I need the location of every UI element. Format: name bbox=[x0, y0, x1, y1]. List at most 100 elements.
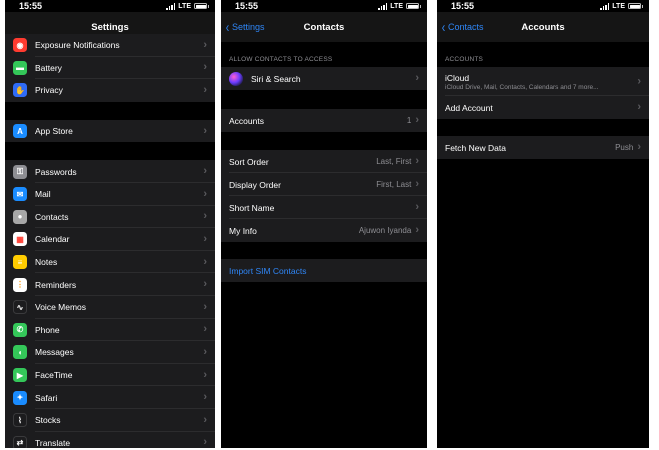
stocks-icon: ⌇ bbox=[13, 413, 27, 428]
network-label: LTE bbox=[390, 2, 403, 10]
settings-item-notes[interactable]: ≡ Notes › bbox=[5, 250, 215, 274]
settings-item-battery[interactable]: ▬ Battery › bbox=[5, 56, 215, 80]
section-header-accounts: ACCOUNTS bbox=[445, 56, 484, 63]
chevron-right-icon: › bbox=[415, 178, 419, 190]
chevron-right-icon: › bbox=[415, 72, 419, 84]
chevron-right-icon: › bbox=[203, 61, 207, 74]
settings-item-exposure-notifications[interactable]: ◉ Exposure Notifications › bbox=[5, 34, 215, 57]
settings-item-messages[interactable]: ◖ Messages › bbox=[5, 341, 215, 364]
calendar-icon: ▦ bbox=[13, 232, 27, 247]
settings-item-label: Phone bbox=[35, 324, 60, 335]
sort-order-value: Last, First bbox=[376, 157, 412, 166]
accounts-label: Accounts bbox=[229, 115, 264, 126]
settings-item-label: Messages bbox=[35, 347, 74, 358]
my-info-row[interactable]: My Info Ajuwon Iyanda › bbox=[221, 219, 427, 242]
settings-item-privacy[interactable]: ✋ Privacy › bbox=[5, 79, 215, 102]
icloud-label: iCloud bbox=[445, 72, 470, 83]
key-icon: ⚿ bbox=[13, 164, 27, 179]
settings-item-stocks[interactable]: ⌇ Stocks › bbox=[5, 409, 215, 432]
chevron-right-icon: › bbox=[203, 436, 207, 448]
battery-status-icon bbox=[406, 3, 421, 9]
sort-order-row[interactable]: Sort Order Last, First › bbox=[221, 150, 427, 173]
phone-icon: ✆ bbox=[13, 322, 27, 337]
display-order-label: Display Order bbox=[229, 179, 281, 190]
fetch-new-data-label: Fetch New Data bbox=[445, 142, 506, 153]
chevron-right-icon: › bbox=[203, 278, 207, 291]
signal-icon bbox=[378, 2, 388, 10]
status-bar: 15:55 LTE bbox=[5, 0, 215, 12]
back-button[interactable]: ‹ Contacts bbox=[441, 12, 484, 42]
chevron-right-icon: › bbox=[203, 232, 207, 245]
import-sim-contacts-link[interactable]: Import SIM Contacts bbox=[229, 266, 306, 276]
exposure-icon: ◉ bbox=[13, 38, 27, 53]
settings-item-voice-memos[interactable]: ∿ Voice Memos › bbox=[5, 296, 215, 319]
chevron-right-icon: › bbox=[415, 201, 419, 213]
chevron-right-icon: › bbox=[203, 83, 207, 96]
back-label: Contacts bbox=[448, 22, 484, 32]
siri-search-label: Siri & Search bbox=[251, 73, 301, 84]
network-label: LTE bbox=[178, 2, 191, 10]
chevron-right-icon: › bbox=[637, 141, 641, 153]
chevron-left-icon: ‹ bbox=[225, 18, 230, 36]
settings-item-facetime[interactable]: ▶ FaceTime › bbox=[5, 363, 215, 387]
icloud-account-row[interactable]: iCloud iCloud Drive, Mail, Contacts, Cal… bbox=[437, 67, 649, 96]
settings-item-label: Voice Memos bbox=[35, 302, 87, 313]
status-bar: 15:55 LTE bbox=[437, 0, 649, 12]
accounts-row[interactable]: Accounts 1 › bbox=[221, 109, 427, 132]
chevron-right-icon: › bbox=[203, 255, 207, 268]
back-button[interactable]: ‹ Settings bbox=[225, 12, 265, 42]
chevron-right-icon: › bbox=[203, 300, 207, 313]
settings-item-label: Battery bbox=[35, 62, 62, 73]
settings-item-label: Exposure Notifications bbox=[35, 40, 120, 51]
nav-bar: ‹ Settings Contacts bbox=[221, 12, 427, 42]
settings-screen: 15:55 LTE Settings ◉ Exposure Notificatio… bbox=[5, 0, 215, 448]
translate-icon: ⇄ bbox=[13, 435, 27, 448]
settings-item-app-store[interactable]: A App Store › bbox=[5, 119, 215, 143]
chevron-right-icon: › bbox=[203, 165, 207, 178]
settings-item-reminders[interactable]: ⋮ Reminders › bbox=[5, 273, 215, 296]
contacts-screen: 15:55 LTE ‹ Settings Contacts ALLOW CONT… bbox=[221, 0, 427, 448]
settings-item-passwords[interactable]: ⚿ Passwords › bbox=[5, 160, 215, 183]
network-label: LTE bbox=[612, 2, 625, 10]
add-account-row[interactable]: Add Account › bbox=[437, 96, 649, 119]
signal-icon bbox=[166, 2, 176, 10]
hand-icon: ✋ bbox=[13, 83, 27, 98]
fetch-new-data-row[interactable]: Fetch New Data Push › bbox=[437, 136, 649, 159]
safari-icon: ✦ bbox=[13, 390, 27, 405]
display-order-row[interactable]: Display Order First, Last › bbox=[221, 173, 427, 196]
settings-item-label: Calendar bbox=[35, 234, 70, 245]
settings-item-phone[interactable]: ✆ Phone › bbox=[5, 318, 215, 342]
settings-list[interactable]: ◉ Exposure Notifications › ▬ Battery › ✋ Privac… bbox=[5, 34, 215, 448]
display-order-value: First, Last bbox=[376, 180, 412, 189]
chevron-right-icon: › bbox=[203, 323, 207, 336]
settings-item-translate[interactable]: ⇄ Translate › bbox=[5, 431, 215, 448]
status-time: 15:55 bbox=[19, 1, 43, 11]
notes-icon: ≡ bbox=[13, 255, 27, 270]
chevron-right-icon: › bbox=[637, 101, 641, 113]
facetime-icon: ▶ bbox=[13, 368, 27, 383]
mail-icon: ✉ bbox=[13, 187, 27, 202]
settings-item-label: Mail bbox=[35, 189, 51, 200]
import-sim-row[interactable]: Import SIM Contacts bbox=[221, 259, 427, 282]
siri-search-row[interactable]: Siri & Search › bbox=[221, 67, 427, 90]
fetch-new-data-value: Push bbox=[615, 143, 634, 152]
back-label: Settings bbox=[232, 22, 265, 32]
settings-item-contacts[interactable]: ● Contacts › bbox=[5, 205, 215, 229]
settings-item-mail[interactable]: ✉ Mail › bbox=[5, 183, 215, 206]
nav-bar: ‹ Contacts Accounts bbox=[437, 12, 649, 42]
settings-item-label: Privacy bbox=[35, 85, 63, 96]
settings-item-label: Reminders bbox=[35, 279, 77, 290]
status-bar: 15:55 LTE bbox=[221, 0, 427, 12]
settings-item-label: App Store bbox=[35, 126, 73, 137]
messages-icon: ◖ bbox=[13, 345, 27, 360]
settings-item-calendar[interactable]: ▦ Calendar › bbox=[5, 228, 215, 251]
settings-item-safari[interactable]: ✦ Safari › bbox=[5, 386, 215, 409]
page-title: Settings bbox=[91, 21, 129, 33]
voice-memos-icon: ∿ bbox=[13, 300, 27, 315]
settings-item-label: Stocks bbox=[35, 415, 61, 426]
contacts-icon: ● bbox=[13, 209, 27, 224]
short-name-row[interactable]: Short Name › bbox=[221, 196, 427, 219]
settings-item-label: Safari bbox=[35, 392, 58, 403]
battery-icon: ▬ bbox=[13, 60, 27, 75]
section-header-allow: ALLOW CONTACTS TO ACCESS bbox=[229, 56, 333, 63]
